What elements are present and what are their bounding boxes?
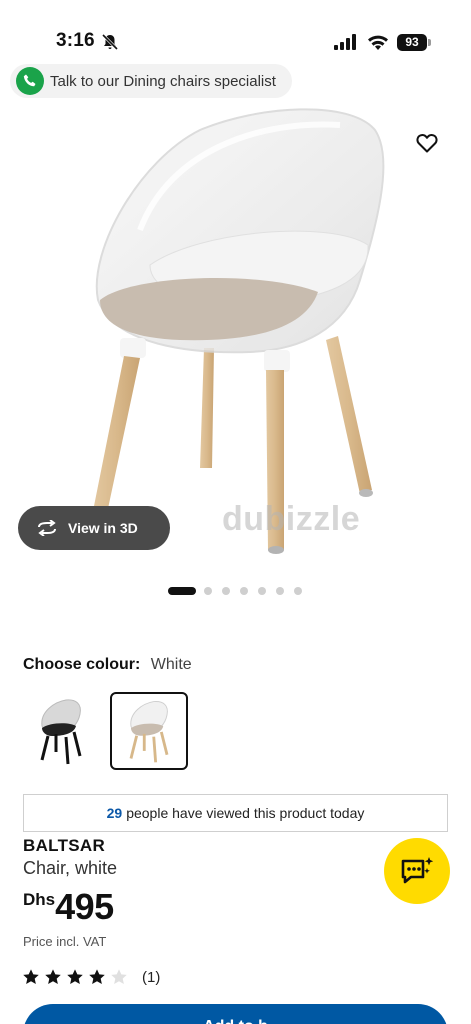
carousel-dots xyxy=(0,586,471,596)
add-to-bag-button[interactable]: Add to b xyxy=(23,1004,448,1024)
product-price: Dhs 495 xyxy=(23,888,114,926)
carousel-dot-2[interactable] xyxy=(204,587,212,595)
star-filled-icon xyxy=(67,969,83,985)
colour-title: Choose colour: xyxy=(23,656,141,673)
rating-count: (1) xyxy=(142,968,161,986)
star-filled-icon xyxy=(89,969,105,985)
favorite-button[interactable] xyxy=(410,126,444,160)
view-in-3d-label: View in 3D xyxy=(68,520,138,536)
status-time: 3:16 xyxy=(56,30,95,51)
viewed-today-banner: 29 people have viewed this product today xyxy=(23,794,448,832)
rotate-3d-icon xyxy=(38,520,56,536)
viewed-text: people have viewed this product today xyxy=(126,805,365,821)
white-chair-thumbnail xyxy=(129,701,169,763)
viewed-count: 29 xyxy=(106,805,123,821)
carousel-dot-3[interactable] xyxy=(222,587,230,595)
chat-sparkle-icon xyxy=(401,857,434,884)
signal-icon xyxy=(334,34,356,50)
colour-swatch-black[interactable] xyxy=(22,692,100,770)
wifi-icon xyxy=(368,35,388,50)
price-value: 495 xyxy=(55,886,114,927)
colour-selector-heading: Choose colour: White xyxy=(23,656,192,674)
colour-swatch-white[interactable] xyxy=(110,692,188,770)
carousel-dot-1[interactable] xyxy=(168,587,196,595)
bell-off-icon xyxy=(101,33,119,51)
product-description: Chair, white xyxy=(23,858,118,878)
star-filled-icon xyxy=(45,969,61,985)
product-name: BALTSAR xyxy=(23,836,106,855)
battery-level: 93 xyxy=(397,34,427,51)
specialist-chip[interactable]: Talk to our Dining chairs specialist xyxy=(10,64,292,98)
carousel-dot-4[interactable] xyxy=(240,587,248,595)
phone-icon xyxy=(16,67,44,95)
carousel-dot-6[interactable] xyxy=(276,587,284,595)
star-empty-icon xyxy=(111,969,127,985)
chat-assistant-button[interactable] xyxy=(384,838,450,904)
watermark: dubizzle xyxy=(222,500,361,538)
colour-selected-value: White xyxy=(150,656,192,673)
carousel-dot-5[interactable] xyxy=(258,587,266,595)
price-currency: Dhs xyxy=(23,890,56,909)
price-note: Price incl. VAT xyxy=(23,934,107,949)
carousel-dot-7[interactable] xyxy=(294,587,302,595)
star-filled-icon xyxy=(23,969,39,985)
specialist-chip-label: Talk to our Dining chairs specialist xyxy=(50,72,276,90)
status-bar: 3:16 93 xyxy=(0,0,471,60)
heart-icon xyxy=(416,134,438,153)
battery-indicator: 93 xyxy=(397,34,431,51)
view-in-3d-button[interactable]: View in 3D xyxy=(18,506,170,550)
black-chair-thumbnail xyxy=(40,699,82,765)
product-rating[interactable]: (1) xyxy=(22,968,160,986)
